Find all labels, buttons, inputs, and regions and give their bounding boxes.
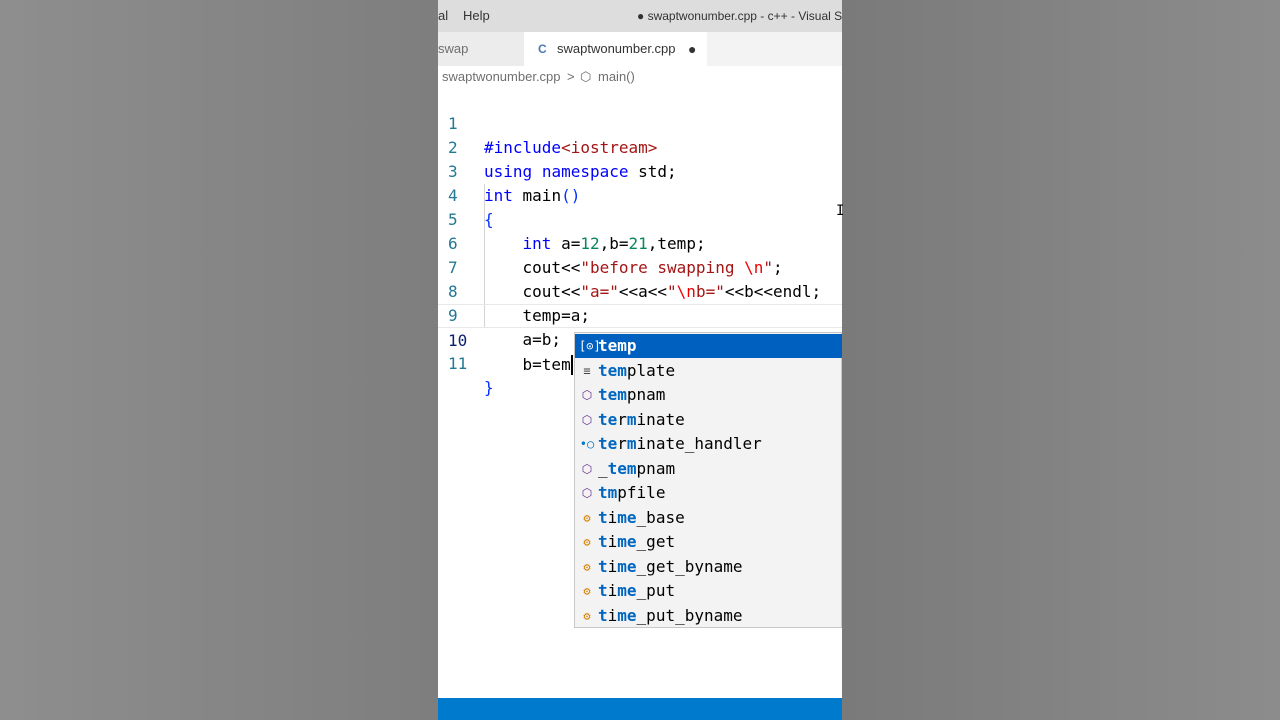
code-line: 7 cout<<"a="<<a<<"\nb="<<b<<endl; [438, 232, 842, 301]
chevron-right-icon: > [567, 69, 575, 84]
suggestion-item[interactable]: ⬡ _tempnam [575, 457, 842, 481]
suggestion-item[interactable]: ⚙ time_base [575, 506, 842, 530]
suggestion-item[interactable]: ⚙ time_get [575, 530, 842, 554]
code-line: 5 int a=12,b=21,temp; [438, 184, 842, 253]
window-title: ● swaptwonumber.cpp - c++ - Visual S [637, 9, 842, 23]
tab-swap[interactable]: swap [438, 32, 524, 66]
suggestion-item[interactable]: [⊙] temp [575, 334, 842, 358]
field-icon: •○ [579, 437, 595, 451]
code-line: 4 { [438, 160, 842, 229]
suggestion-label: tempnam [598, 385, 666, 404]
suggestion-item[interactable]: ⬡ tempnam [575, 383, 842, 407]
suggestion-label: time_get_byname [598, 556, 743, 576]
status-bar [438, 698, 842, 720]
variable-icon: [⊙] [579, 339, 601, 353]
current-code-line: 10 b=tem [438, 304, 842, 375]
suggestion-label: time_get [598, 532, 676, 551]
text-cursor [570, 354, 573, 375]
code-line: 1 #include<iostream> [438, 88, 842, 157]
suggestion-label: time_put_byname [598, 605, 743, 625]
title-bar: al Help ● swaptwonumber.cpp - c++ - Visu… [438, 0, 842, 32]
class-icon: ⚙ [583, 559, 591, 574]
tab-bar: swap C swaptwonumber.cpp ● [438, 32, 842, 66]
suggestion-label: terminate_handler [598, 434, 762, 453]
code-line: 3 int main() [438, 136, 842, 205]
code-text: } [484, 378, 494, 397]
keyword-icon: ≡ [583, 363, 591, 378]
suggestion-label: tmpfile [598, 483, 666, 502]
suggestion-label: _tempnam [598, 458, 676, 478]
class-icon: ⚙ [583, 584, 591, 598]
menu-help[interactable]: Help [463, 8, 490, 23]
code-line: 2 using namespace std; [438, 112, 842, 181]
code-line: 9 a=b; [438, 280, 842, 349]
breadcrumb: swaptwonumber.cpp > ⬡ main() [438, 66, 842, 88]
class-icon: ⚙ [583, 535, 591, 549]
breadcrumb-file[interactable]: swaptwonumber.cpp [442, 66, 561, 88]
suggestion-item[interactable]: ⬡ tmpfile [575, 481, 842, 505]
autocomplete-widget[interactable]: [⊙] temp ≡ template ⬡ tempnam ⬡ terminate •○ term… [574, 332, 842, 628]
suggestion-item[interactable]: ≡ template [575, 359, 842, 383]
function-icon: ⬡ [581, 486, 593, 500]
function-icon: ⬡ [581, 461, 593, 476]
class-icon: ⚙ [583, 608, 591, 623]
suggestion-label: terminate [598, 409, 685, 429]
video-background-right [842, 0, 1280, 720]
code-text: b=tem [484, 353, 573, 377]
suggestion-item[interactable]: ⚙ time_put_byname [575, 604, 842, 628]
suggestion-item[interactable]: ⚙ time_put [575, 579, 842, 603]
code-line: 6 cout<<"before swapping \n"; [438, 208, 842, 277]
code-line: 8 temp=a; [438, 256, 842, 325]
typed-text: b=tem [522, 355, 571, 374]
tab-label: swaptwonumber.cpp [557, 41, 676, 56]
breadcrumb-symbol[interactable]: main() [598, 66, 635, 88]
cube-icon: ⬡ [580, 69, 592, 84]
suggestion-item[interactable]: •○ terminate_handler [575, 432, 842, 456]
line-number: 11 [448, 354, 468, 373]
vscode-window: al Help ● swaptwonumber.cpp - c++ - Visu… [438, 0, 842, 720]
suggestion-item[interactable]: ⚙ time_get_byname [575, 555, 842, 579]
function-icon: ⬡ [581, 412, 593, 427]
suggestion-item[interactable]: ⬡ terminate [575, 408, 842, 432]
menu-terminal-partial[interactable]: al [438, 8, 448, 23]
suggestion-label: template [598, 360, 676, 380]
suggestion-label: temp [598, 336, 637, 355]
suggestion-label: time_base [598, 507, 685, 527]
function-icon: ⬡ [581, 388, 593, 402]
unsaved-dot-icon[interactable]: ● [688, 32, 696, 66]
suggestion-label: time_put [598, 581, 676, 600]
cpp-file-icon: C [538, 42, 547, 56]
tab-label: swap [438, 41, 469, 56]
class-icon: ⚙ [583, 510, 591, 525]
text-cursor-ibeam-icon: I [836, 203, 845, 219]
tab-swaptwonumber[interactable]: C swaptwonumber.cpp ● [524, 32, 707, 66]
video-background-left [0, 0, 438, 720]
